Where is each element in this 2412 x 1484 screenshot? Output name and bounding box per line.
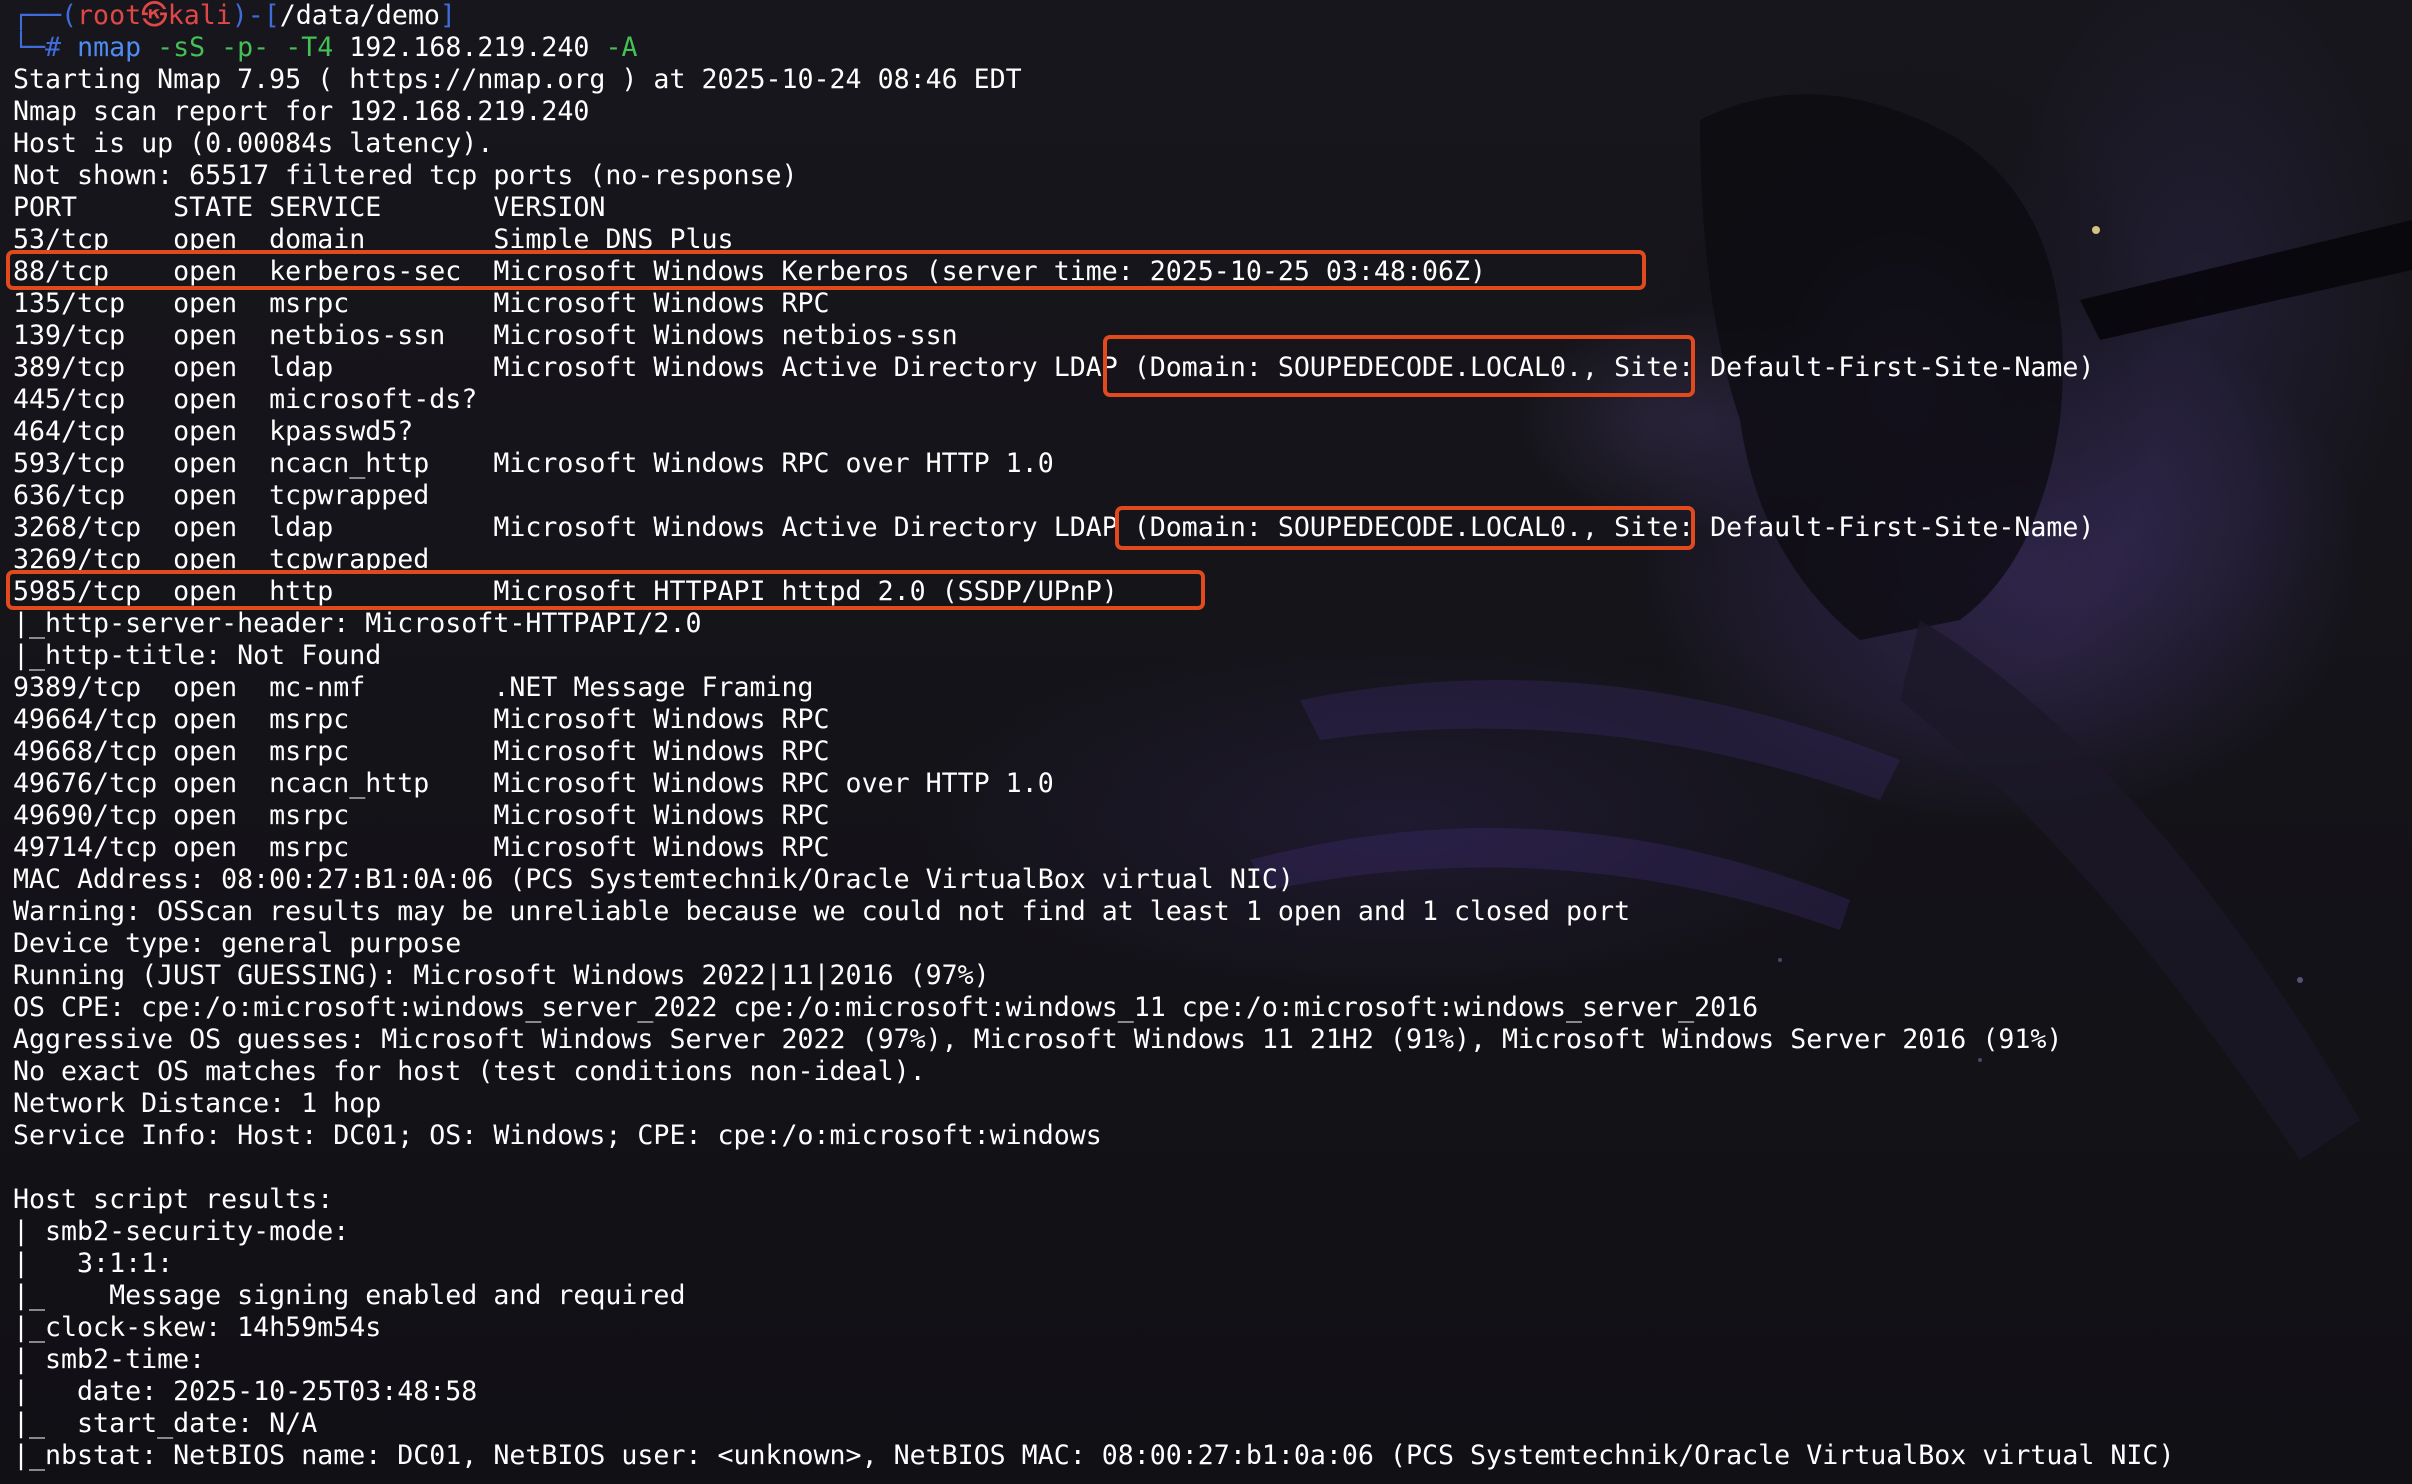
command-line[interactable]: └─# nmap -sS -p- -T4 192.168.219.240 -A [13, 32, 2403, 64]
output-line: 49714/tcp open msrpc Microsoft Windows R… [13, 832, 830, 863]
output-line: | date: 2025-10-25T03:48:58 [13, 1376, 478, 1407]
output-line: 5985/tcp open http Microsoft HTTPAPI htt… [13, 576, 1118, 607]
output-line: 49668/tcp open msrpc Microsoft Windows R… [13, 736, 830, 767]
output-line: 88/tcp open kerberos-sec Microsoft Windo… [13, 256, 1486, 287]
output-line: |_ start_date: N/A [13, 1408, 318, 1439]
output-line: 3268/tcp open ldap Microsoft Windows Act… [13, 512, 2095, 543]
output-line: PORT STATE SERVICE VERSION [13, 192, 606, 223]
terminal-output: ┌──(root㉿kali)-[/data/demo] └─# nmap -sS… [6, 0, 2403, 1472]
output-line: |_http-title: Not Found [13, 640, 382, 671]
output-line: 445/tcp open microsoft-ds? [13, 384, 478, 415]
output-line: Service Info: Host: DC01; OS: Windows; C… [13, 1120, 1102, 1151]
output-line: | 3:1:1: [13, 1248, 174, 1279]
prompt-host: kali [167, 0, 232, 31]
output-line: Nmap scan report for 192.168.219.240 [13, 96, 590, 127]
output-line: Host is up (0.00084s latency). [13, 128, 494, 159]
skull-icon: ㉿ [141, 0, 168, 31]
prompt-header: ┌──(root㉿kali)-[/data/demo] [13, 0, 2403, 32]
prompt-frame: ┌──( [13, 0, 78, 31]
output-line: 49664/tcp open msrpc Microsoft Windows R… [13, 704, 830, 735]
output-line: Aggressive OS guesses: Microsoft Windows… [13, 1024, 2063, 1055]
output-line: No exact OS matches for host (test condi… [13, 1056, 926, 1087]
nmap-output: Starting Nmap 7.95 ( https://nmap.org ) … [13, 64, 2403, 1472]
output-line: OS CPE: cpe:/o:microsoft:windows_server_… [13, 992, 1759, 1023]
output-line: 593/tcp open ncacn_http Microsoft Window… [13, 448, 1054, 479]
output-line: |_http-server-header: Microsoft-HTTPAPI/… [13, 608, 702, 639]
command-flags: -sS -p- -T4 [141, 32, 334, 63]
prompt-path: /data/demo [279, 0, 440, 31]
output-line: 139/tcp open netbios-ssn Microsoft Windo… [13, 320, 958, 351]
output-line: MAC Address: 08:00:27:B1:0A:06 (PCS Syst… [13, 864, 1294, 895]
output-line: | smb2-security-mode: [13, 1216, 350, 1247]
prompt-frame-bottom: └─ [13, 32, 46, 63]
output-line: Host script results: [13, 1184, 334, 1215]
output-line: |_nbstat: NetBIOS name: DC01, NetBIOS us… [13, 1440, 2175, 1471]
command-target: 192.168.219.240 [333, 32, 590, 63]
output-line: 389/tcp open ldap Microsoft Windows Acti… [13, 352, 2095, 383]
output-line: |_clock-skew: 14h59m54s [13, 1312, 382, 1343]
output-line: Network Distance: 1 hop [13, 1088, 382, 1119]
output-line: 9389/tcp open mc-nmf .NET Message Framin… [13, 672, 814, 703]
output-line: 464/tcp open kpasswd5? [13, 416, 414, 447]
output-line: 3269/tcp open tcpwrapped [13, 544, 430, 575]
command-flag-a: -A [589, 32, 638, 63]
output-line: | smb2-time: [13, 1344, 206, 1375]
prompt-user: root [77, 0, 142, 31]
prompt-frame-end: ] [439, 0, 456, 31]
output-line: Not shown: 65517 filtered tcp ports (no-… [13, 160, 798, 191]
output-line: 636/tcp open tcpwrapped [13, 480, 430, 511]
prompt-hash: # [45, 32, 78, 63]
output-line: 49690/tcp open msrpc Microsoft Windows R… [13, 800, 830, 831]
output-line: Warning: OSScan results may be unreliabl… [13, 896, 1631, 927]
output-line: Device type: general purpose [13, 928, 462, 959]
prompt-frame-mid: )-[ [231, 0, 280, 31]
output-line: Starting Nmap 7.95 ( https://nmap.org ) … [13, 64, 1022, 95]
command-name: nmap [77, 32, 142, 63]
output-line: Running (JUST GUESSING): Microsoft Windo… [13, 960, 990, 991]
output-line: 49676/tcp open ncacn_http Microsoft Wind… [13, 768, 1054, 799]
output-line: |_ Message signing enabled and required [13, 1280, 686, 1311]
output-line: 135/tcp open msrpc Microsoft Windows RPC [13, 288, 830, 319]
output-line: 53/tcp open domain Simple DNS Plus [13, 224, 734, 255]
